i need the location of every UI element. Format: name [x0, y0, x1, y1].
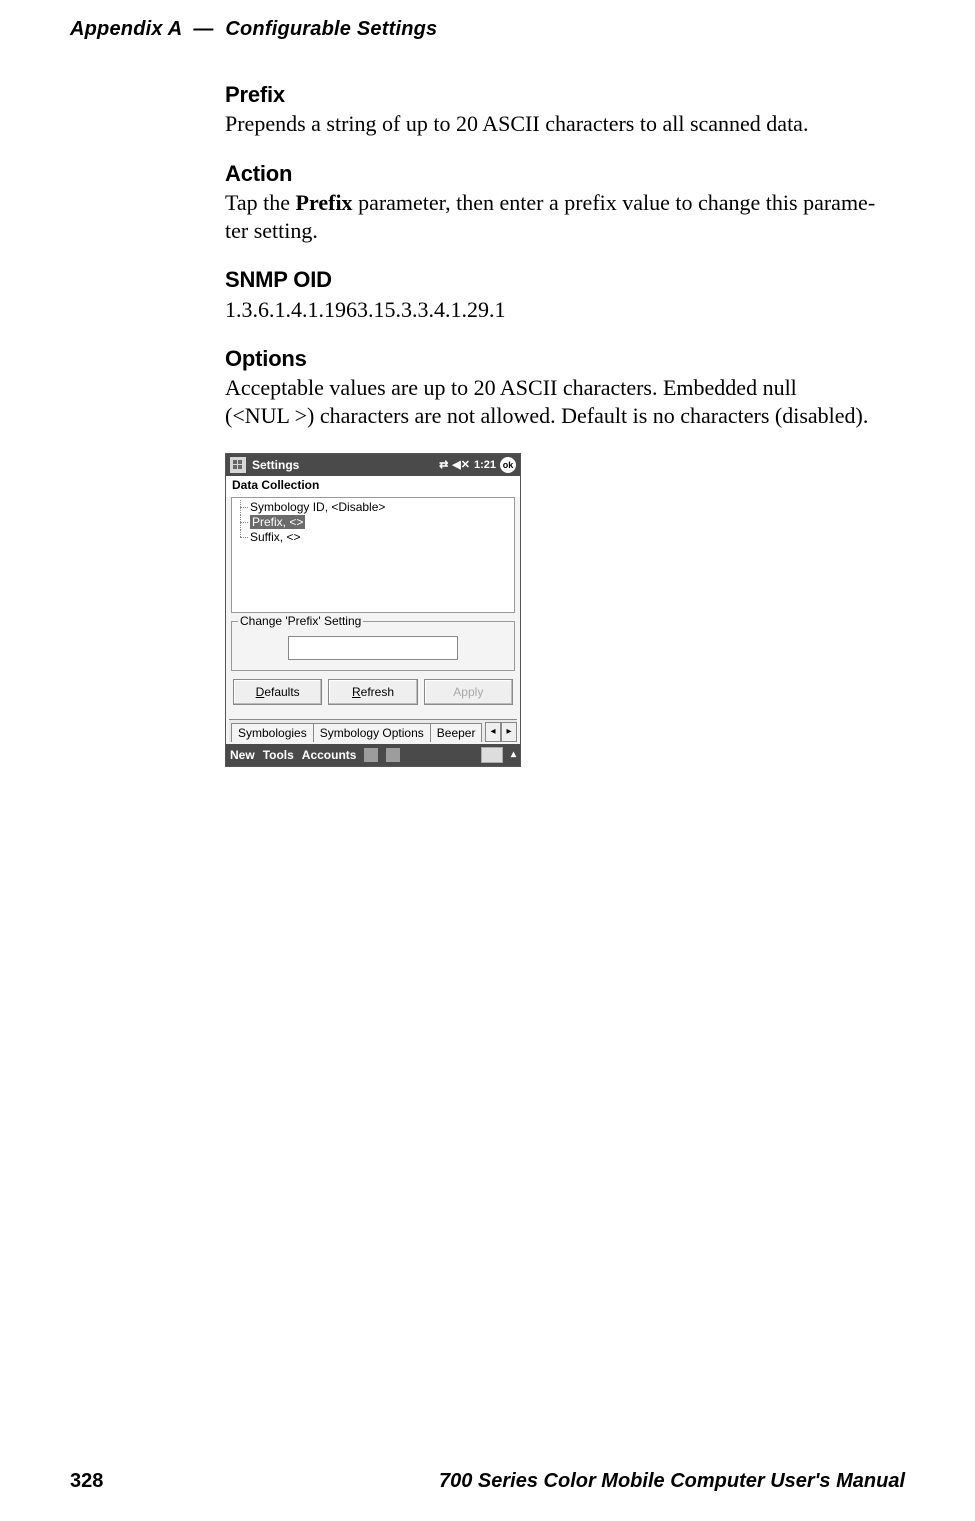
menu-new[interactable]: New — [230, 748, 255, 762]
prefix-heading: Prefix — [225, 82, 905, 108]
page-footer: 328 700 Series Color Mobile Computer Use… — [70, 1470, 905, 1493]
prefix-body: Prepends a string of up to 20 ASCII char… — [225, 108, 905, 138]
list-item[interactable]: Suffix, <> — [236, 530, 510, 545]
action-body-bold: Prefix — [296, 190, 353, 215]
menu-accounts[interactable]: Accounts — [302, 748, 357, 762]
keyboard-icon[interactable] — [481, 747, 503, 763]
running-header: Appendix A — Configurable Settings — [70, 18, 437, 41]
system-tray: ⇄ ◀✕ 1:21 ok — [439, 457, 516, 473]
settings-listbox[interactable]: Symbology ID, <Disable> Prefix, <> Suffi… — [231, 497, 515, 613]
page-number: 328 — [70, 1470, 103, 1493]
refresh-button[interactable]: Refresh — [328, 679, 417, 705]
titlebar-title: Settings — [252, 458, 299, 472]
manual-title: 700 Series Color Mobile Computer User's … — [439, 1470, 905, 1493]
list-item[interactable]: Symbology ID, <Disable> — [236, 500, 510, 515]
menu-tools[interactable]: Tools — [263, 748, 294, 762]
list-item-selected[interactable]: Prefix, <> — [236, 515, 510, 530]
tab-scroll-right[interactable]: ▸ — [501, 722, 517, 742]
tab-symbologies[interactable]: Symbologies — [231, 723, 314, 742]
action-body-line2: ter setting. — [225, 218, 318, 243]
snmp-heading: SNMP OID — [225, 267, 905, 293]
prefix-input[interactable] — [288, 636, 458, 660]
appendix-label: Appendix A — [70, 18, 182, 40]
action-body-post: parameter, then enter a prefix value to … — [353, 190, 876, 215]
options-line2: (<NUL >) characters are not allowed. Def… — [225, 403, 868, 428]
device-titlebar: Settings ⇄ ◀✕ 1:21 ok — [226, 454, 520, 476]
device-bottombar: New Tools Accounts ▴ — [226, 744, 520, 766]
options-heading: Options — [225, 346, 905, 372]
speaker-icon: ◀✕ — [452, 458, 470, 471]
sip-caret-icon[interactable]: ▴ — [511, 749, 516, 760]
groupbox-legend: Change 'Prefix' Setting — [238, 614, 363, 628]
app-title: Data Collection — [226, 476, 520, 495]
change-setting-groupbox: Change 'Prefix' Setting — [231, 621, 515, 671]
start-flag-icon[interactable] — [230, 457, 246, 473]
bottombar-icon-2[interactable] — [386, 748, 400, 762]
header-title: Configurable Settings — [225, 18, 437, 40]
options-body: Acceptable values are up to 20 ASCII cha… — [225, 372, 905, 430]
tab-scroll-left[interactable]: ◂ — [485, 722, 501, 742]
device-screenshot: Settings ⇄ ◀✕ 1:21 ok Data Collection Sy… — [225, 453, 521, 767]
apply-button: Apply — [424, 679, 513, 705]
bottombar-icon-1[interactable] — [364, 748, 378, 762]
tab-beeper[interactable]: Beeper — [430, 723, 483, 742]
action-heading: Action — [225, 161, 905, 187]
tab-strip: Symbologies Symbology Options Beeper ◂ ▸ — [229, 719, 517, 742]
header-dash: — — [187, 18, 219, 40]
connectivity-icon: ⇄ — [439, 458, 448, 471]
tab-symbology-options[interactable]: Symbology Options — [313, 723, 431, 742]
action-body: Tap the Prefix parameter, then enter a p… — [225, 187, 905, 245]
snmp-body: 1.3.6.1.4.1.1963.15.3.3.4.1.29.1 — [225, 294, 905, 324]
defaults-button[interactable]: Defaults — [233, 679, 322, 705]
ok-button[interactable]: ok — [500, 457, 516, 473]
clock-time: 1:21 — [474, 459, 496, 471]
action-body-pre: Tap the — [225, 190, 296, 215]
options-line1: Acceptable values are up to 20 ASCII cha… — [225, 375, 797, 400]
